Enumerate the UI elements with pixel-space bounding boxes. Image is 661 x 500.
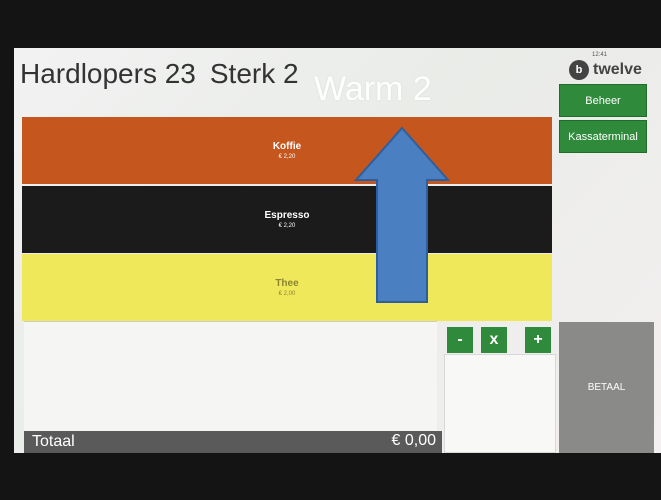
product-name: Thee <box>275 278 299 289</box>
remove-button[interactable]: x <box>481 327 507 353</box>
product-name: Koffie <box>272 141 302 152</box>
title-subgroup: Sterk 2 <box>209 58 299 89</box>
pos-screen: Hardlopers 23 Sterk 2 Warm 2 12:41 b twel… <box>14 48 661 453</box>
selected-overlay-label: Warm 2 <box>314 70 432 108</box>
header: Hardlopers 23 Sterk 2 Warm 2 <box>14 48 556 112</box>
total-bar: Totaal € 0,00 <box>24 431 442 453</box>
product-tile-espresso[interactable]: Espresso € 2,20 <box>22 186 552 253</box>
product-tile-thee[interactable]: Thee € 2,00 <box>22 254 552 321</box>
product-name: Espresso <box>264 210 310 221</box>
item-detail-panel <box>444 354 556 453</box>
decrease-button[interactable]: - <box>447 327 473 353</box>
logo-text: twelve <box>593 61 642 78</box>
increase-button[interactable]: + <box>525 327 551 353</box>
product-tile-koffie[interactable]: Koffie € 2,20 <box>22 117 552 184</box>
logo-badge-icon: b <box>569 60 589 80</box>
product-price: € 2,00 <box>278 291 296 297</box>
product-price: € 2,20 <box>278 154 296 160</box>
total-value: € 0,00 <box>391 432 436 449</box>
up-arrow-icon <box>354 126 450 303</box>
pay-button[interactable]: BETAAL <box>559 322 654 453</box>
total-label: Totaal <box>32 433 75 450</box>
twelve-logo: b twelve <box>569 56 655 84</box>
kassaterminal-button[interactable]: Kassaterminal <box>559 120 647 153</box>
page-title: Hardlopers 23 Sterk 2 <box>20 58 313 90</box>
order-list[interactable] <box>24 321 437 432</box>
product-price: € 2,20 <box>278 223 296 229</box>
beheer-button[interactable]: Beheer <box>559 84 647 117</box>
title-group: Hardlopers 23 <box>20 58 196 89</box>
